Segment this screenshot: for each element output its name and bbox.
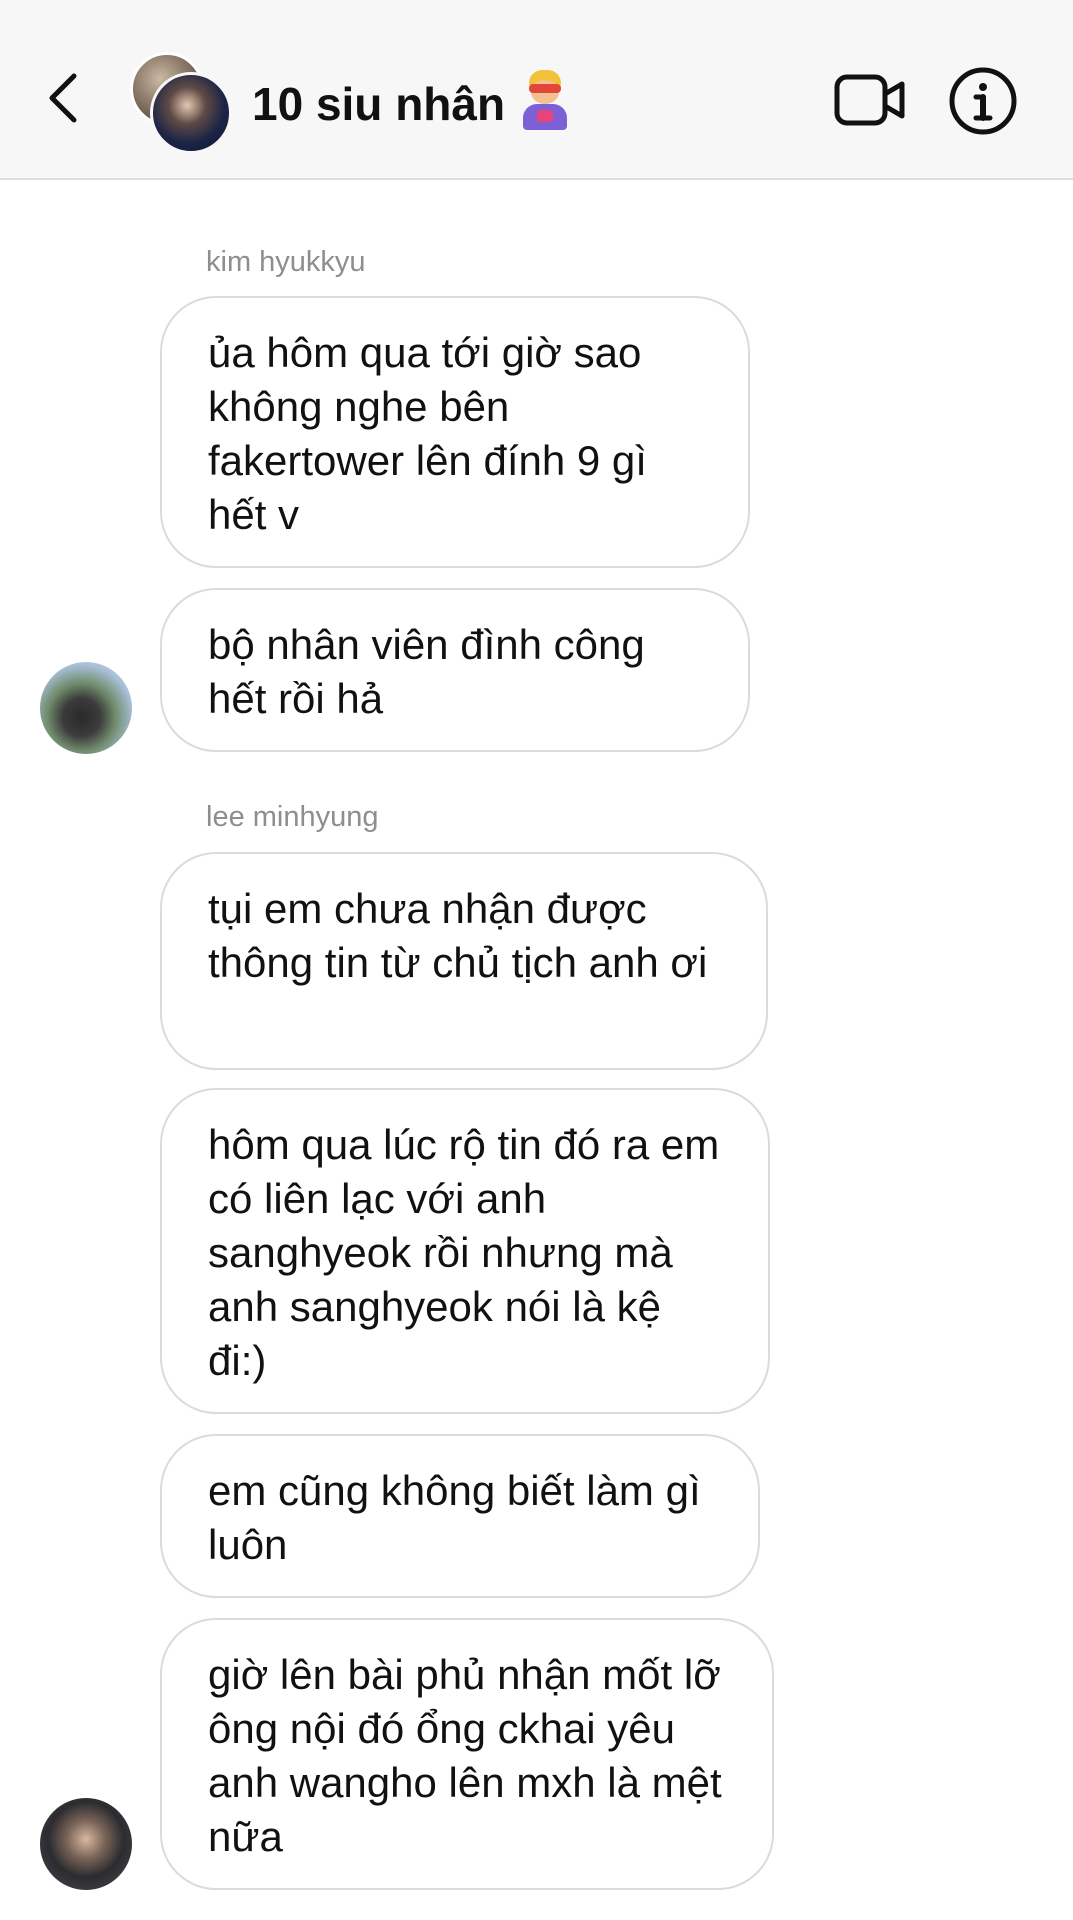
group-avatar-front [150, 72, 232, 154]
message-bubble[interactable]: hôm qua lúc rộ tin đó ra em có liên lạc … [160, 1088, 770, 1414]
info-button[interactable] [948, 66, 1018, 136]
group-avatar[interactable] [130, 52, 232, 154]
sender-name: kim hyukkyu [206, 246, 366, 278]
avatar[interactable] [40, 662, 132, 754]
video-camera-icon [834, 74, 905, 126]
message-bubble[interactable]: ủa hôm qua tới giờ sao không nghe bên fa… [160, 296, 750, 568]
message-bubble[interactable]: em cũng không biết làm gì luôn [160, 1434, 760, 1598]
message-bubble[interactable]: bộ nhân viên đình công hết rồi hả [160, 588, 750, 752]
chat-title-text: 10 siu nhân [252, 78, 506, 130]
video-call-button[interactable] [834, 74, 906, 126]
avatar[interactable] [40, 1798, 132, 1890]
back-button[interactable] [40, 62, 90, 134]
info-icon [949, 67, 1017, 135]
sender-name: lee minhyung [206, 801, 379, 833]
chat-title[interactable]: 10 siu nhân [252, 70, 571, 131]
chat-header: 10 siu nhân [0, 0, 1073, 180]
message-bubble[interactable]: tụi em chưa nhận được thông tin từ chủ t… [160, 852, 768, 1070]
superhero-icon [519, 70, 571, 130]
chevron-left-icon [49, 73, 77, 123]
message-bubble[interactable]: giờ lên bài phủ nhận mốt lỡ ông nội đó ổ… [160, 1618, 774, 1890]
